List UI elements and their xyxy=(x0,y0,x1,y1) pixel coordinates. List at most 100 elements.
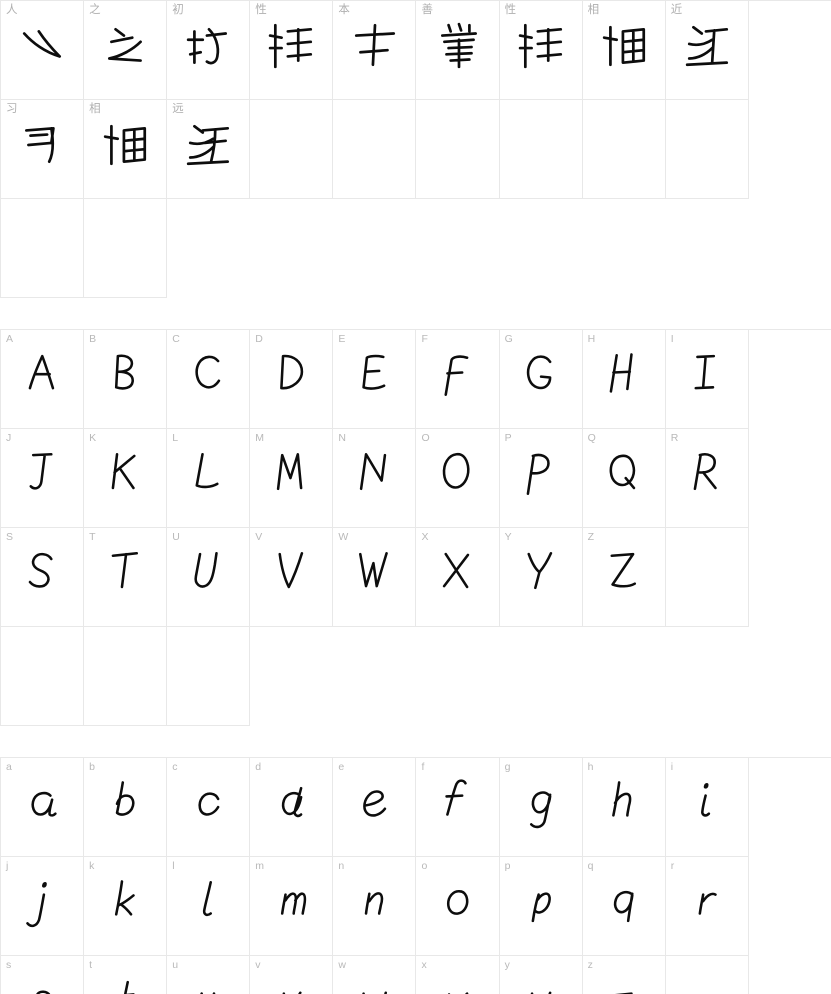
glyph-cell[interactable]: A xyxy=(1,330,85,429)
glyph-cell[interactable]: w xyxy=(333,956,417,994)
glyph-sample xyxy=(333,15,415,77)
glyph-cell-empty xyxy=(1,199,85,298)
glyph-cell[interactable]: I xyxy=(665,330,749,429)
glyph-cell[interactable]: d xyxy=(250,758,334,857)
glyph-cell[interactable]: i xyxy=(665,758,749,857)
glyph-sample xyxy=(167,114,249,176)
glyph-cell[interactable]: G xyxy=(499,330,583,429)
glyph-cell[interactable]: B xyxy=(84,330,168,429)
glyph-cell-empty xyxy=(250,100,334,199)
glyph-cell[interactable]: m xyxy=(250,857,334,956)
glyph-cell[interactable]: 性 xyxy=(250,1,334,100)
glyph-cell[interactable]: f xyxy=(416,758,500,857)
glyph-cell[interactable]: Y xyxy=(499,528,583,627)
glyph-cell[interactable]: 习 xyxy=(1,100,85,199)
glyph-cell-empty xyxy=(1,627,85,726)
glyph-sample xyxy=(666,344,748,406)
glyph-sample xyxy=(333,871,415,933)
glyph-sample xyxy=(1,344,83,406)
glyph-sample xyxy=(84,443,166,505)
glyph-cell[interactable]: 近 xyxy=(665,1,749,100)
glyph-sample xyxy=(250,344,332,406)
glyph-cell[interactable]: J xyxy=(1,429,85,528)
glyph-cell[interactable]: a xyxy=(1,758,85,857)
glyph-cell[interactable]: q xyxy=(582,857,666,956)
glyph-cell-empty xyxy=(665,956,749,994)
glyph-cell[interactable]: 善 xyxy=(416,1,500,100)
glyph-cell[interactable]: 远 xyxy=(167,100,251,199)
glyph-cell[interactable]: y xyxy=(499,956,583,994)
glyph-cell[interactable]: b xyxy=(84,758,168,857)
glyph-cell[interactable]: T xyxy=(84,528,168,627)
section-gap xyxy=(0,298,831,329)
glyph-cell[interactable]: g xyxy=(499,758,583,857)
glyph-sample xyxy=(666,772,748,834)
glyph-sample xyxy=(84,871,166,933)
glyph-cell[interactable]: 相 xyxy=(84,100,168,199)
glyph-cell[interactable]: x xyxy=(416,956,500,994)
glyph-cell[interactable]: 之 xyxy=(84,1,168,100)
glyph-cell[interactable]: F xyxy=(416,330,500,429)
glyph-cell[interactable]: L xyxy=(167,429,251,528)
glyph-cell[interactable]: V xyxy=(250,528,334,627)
glyph-cell[interactable]: H xyxy=(582,330,666,429)
glyph-cell[interactable]: Z xyxy=(582,528,666,627)
font-character-map-page: 人之初性本善性相近习相远ABCDEFGHIJKLMNOPQRSTUVWXYZab… xyxy=(0,0,831,994)
glyph-cell[interactable]: Q xyxy=(582,429,666,528)
glyph-cell[interactable]: P xyxy=(499,429,583,528)
glyph-cell[interactable]: r xyxy=(665,857,749,956)
glyph-section-lowercase-latin: abcdefghi jklmnopqr stuvwxyz xyxy=(0,757,831,994)
glyph-cell[interactable]: z xyxy=(582,956,666,994)
glyph-cell[interactable]: C xyxy=(167,330,251,429)
glyph-cell[interactable]: s xyxy=(1,956,85,994)
glyph-cell[interactable]: e xyxy=(333,758,417,857)
glyph-cell[interactable]: U xyxy=(167,528,251,627)
glyph-sample xyxy=(500,15,582,77)
glyph-cell[interactable]: R xyxy=(665,429,749,528)
glyph-cell[interactable]: u xyxy=(167,956,251,994)
glyph-sample xyxy=(1,15,83,77)
glyph-cell-empty xyxy=(499,100,583,199)
glyph-cell[interactable]: 初 xyxy=(167,1,251,100)
glyph-cell[interactable]: p xyxy=(499,857,583,956)
glyph-cell[interactable]: n xyxy=(333,857,417,956)
glyph-cell[interactable]: 相 xyxy=(582,1,666,100)
glyph-sample xyxy=(167,344,249,406)
glyph-cell[interactable]: c xyxy=(167,758,251,857)
glyph-cell[interactable]: O xyxy=(416,429,500,528)
glyph-sample xyxy=(583,772,665,834)
glyph-sample xyxy=(416,344,498,406)
glyph-cell-empty xyxy=(582,100,666,199)
glyph-cell[interactable]: 性 xyxy=(499,1,583,100)
glyph-sample xyxy=(666,15,748,77)
glyph-sample xyxy=(583,344,665,406)
glyph-cell[interactable]: X xyxy=(416,528,500,627)
glyph-cell[interactable]: j xyxy=(1,857,85,956)
glyph-cell[interactable]: o xyxy=(416,857,500,956)
glyph-cell[interactable]: E xyxy=(333,330,417,429)
glyph-cell[interactable]: K xyxy=(84,429,168,528)
glyph-cell[interactable]: M xyxy=(250,429,334,528)
glyph-sample xyxy=(1,114,83,176)
glyph-cell[interactable]: 人 xyxy=(1,1,85,100)
glyph-cell[interactable]: 本 xyxy=(333,1,417,100)
glyph-cell[interactable]: k xyxy=(84,857,168,956)
glyph-sample xyxy=(416,15,498,77)
glyph-sample xyxy=(167,772,249,834)
glyph-sample xyxy=(250,970,332,994)
glyph-cell[interactable]: D xyxy=(250,330,334,429)
glyph-cell[interactable]: t xyxy=(84,956,168,994)
glyph-cell[interactable]: N xyxy=(333,429,417,528)
glyph-cell-empty xyxy=(167,627,251,726)
glyph-cell[interactable]: h xyxy=(582,758,666,857)
glyph-sample xyxy=(333,344,415,406)
glyph-cell[interactable]: l xyxy=(167,857,251,956)
glyph-sample xyxy=(250,443,332,505)
glyph-cell[interactable]: S xyxy=(1,528,85,627)
glyph-sample xyxy=(84,542,166,604)
glyph-sample xyxy=(84,114,166,176)
glyph-cell[interactable]: v xyxy=(250,956,334,994)
glyph-sample xyxy=(1,970,83,994)
glyph-cell[interactable]: W xyxy=(333,528,417,627)
glyph-section-chinese-sample: 人之初性本善性相近习相远 xyxy=(0,0,831,298)
